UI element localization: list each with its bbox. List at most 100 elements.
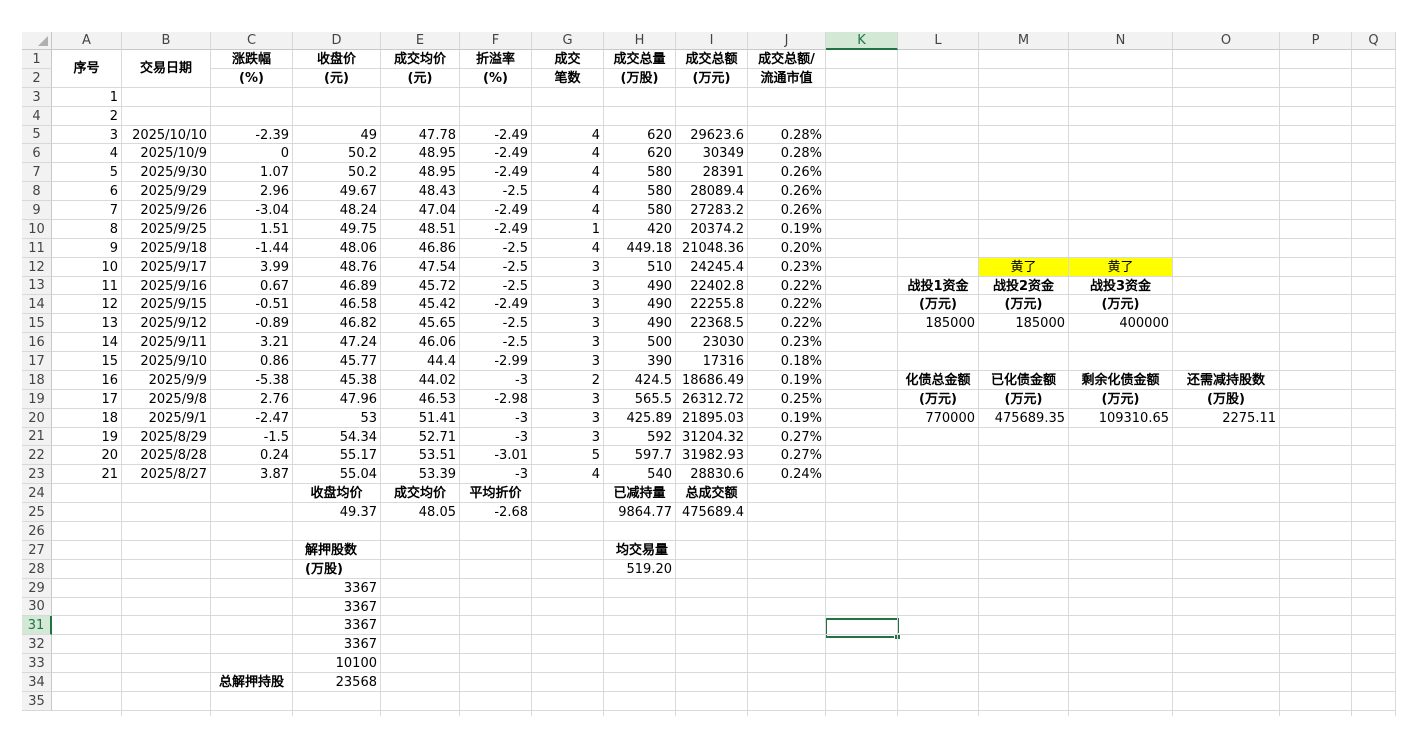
row-header-19[interactable]: 19 — [22, 390, 52, 409]
cell-D14[interactable]: 46.58 — [293, 295, 380, 313]
cell-B4[interactable] — [122, 107, 210, 125]
cell-G20[interactable]: 3 — [532, 409, 603, 427]
cell-N20[interactable]: 109310.65 — [1069, 409, 1172, 427]
row-header-14[interactable]: 14 — [22, 295, 52, 314]
column-header-P[interactable]: P — [1280, 32, 1352, 50]
cell-E3[interactable] — [381, 88, 459, 106]
cell-H28[interactable]: 519.20 — [604, 560, 675, 578]
cell-J11[interactable]: 0.20% — [748, 239, 825, 257]
cell-G5[interactable]: 4 — [532, 126, 603, 143]
cell-E21[interactable]: 52.71 — [381, 428, 459, 445]
cell-H27[interactable]: 均交易量 — [604, 541, 675, 559]
row-header-9[interactable]: 9 — [22, 201, 52, 220]
cell-G23[interactable]: 4 — [532, 465, 603, 483]
cell-C18[interactable]: -5.38 — [211, 371, 292, 389]
cell-A11[interactable]: 9 — [52, 239, 121, 257]
row-header-32[interactable]: 32 — [22, 635, 52, 654]
cell-J9[interactable]: 0.26% — [748, 201, 825, 219]
cell-E9[interactable]: 47.04 — [381, 201, 459, 219]
cell-H21[interactable]: 592 — [604, 428, 675, 445]
cell-G6[interactable]: 4 — [532, 144, 603, 162]
cell-I25[interactable]: 475689.4 — [676, 503, 747, 521]
cell-H2[interactable]: (万股) — [604, 69, 675, 87]
cell-D20[interactable]: 53 — [293, 409, 380, 427]
cell-G9[interactable]: 4 — [532, 201, 603, 219]
cell-D21[interactable]: 54.34 — [293, 428, 380, 445]
row-header-22[interactable]: 22 — [22, 446, 52, 465]
cell-B21[interactable]: 2025/8/29 — [122, 428, 210, 445]
cell-A10[interactable]: 8 — [52, 220, 121, 238]
cell-A15[interactable]: 13 — [52, 314, 121, 332]
cell-G22[interactable]: 5 — [532, 446, 603, 464]
cell-I19[interactable]: 26312.72 — [676, 390, 747, 408]
column-header-Q[interactable]: Q — [1352, 32, 1396, 50]
cell-B11[interactable]: 2025/9/18 — [122, 239, 210, 257]
column-header-H[interactable]: H — [604, 32, 676, 50]
cell-H14[interactable]: 490 — [604, 295, 675, 313]
cell-I24[interactable]: 总成交额 — [676, 484, 747, 502]
cell-H5[interactable]: 620 — [604, 126, 675, 143]
cell-H25[interactable]: 9864.77 — [604, 503, 675, 521]
cell-D15[interactable]: 46.82 — [293, 314, 380, 332]
row-header-3[interactable]: 3 — [22, 88, 52, 107]
cell-F12[interactable]: -2.5 — [460, 258, 531, 276]
cell-H3[interactable] — [604, 88, 675, 106]
cell-B22[interactable]: 2025/8/28 — [122, 446, 210, 464]
cell-C19[interactable]: 2.76 — [211, 390, 292, 408]
spreadsheet[interactable]: A B C D E F G H I J K L M N O P Q 1 2 3 4 5 6 7 8 9 10 11 12 13 14 15 16… — [0, 0, 1416, 744]
cell-J16[interactable]: 0.23% — [748, 333, 825, 351]
row-header-24[interactable]: 24 — [22, 484, 52, 503]
cell-I15[interactable]: 22368.5 — [676, 314, 747, 332]
cell-J5[interactable]: 0.28% — [748, 126, 825, 143]
cell-E12[interactable]: 47.54 — [381, 258, 459, 276]
cell-B3[interactable] — [122, 88, 210, 106]
cell-J20[interactable]: 0.19% — [748, 409, 825, 427]
cell-I18[interactable]: 18686.49 — [676, 371, 747, 389]
cell-N14[interactable]: (万元) — [1069, 295, 1172, 313]
column-header-G[interactable]: G — [532, 32, 604, 50]
cell-I13[interactable]: 22402.8 — [676, 277, 747, 294]
cell-C14[interactable]: -0.51 — [211, 295, 292, 313]
cell-C15[interactable]: -0.89 — [211, 314, 292, 332]
cell-D29[interactable]: 3367 — [293, 579, 380, 597]
cell-D30[interactable]: 3367 — [293, 598, 380, 615]
cell-A3[interactable]: 1 — [52, 88, 121, 106]
cell-I5[interactable]: 29623.6 — [676, 126, 747, 143]
cell-E2[interactable]: (元) — [381, 69, 459, 87]
cell-F3[interactable] — [460, 88, 531, 106]
cell-G1[interactable]: 成交 — [532, 50, 603, 68]
cell-G11[interactable]: 4 — [532, 239, 603, 257]
cell-E22[interactable]: 53.51 — [381, 446, 459, 464]
row-header-30[interactable]: 30 — [22, 598, 52, 616]
cell-G13[interactable]: 3 — [532, 277, 603, 294]
cell-C22[interactable]: 0.24 — [211, 446, 292, 464]
cell-B17[interactable]: 2025/9/10 — [122, 352, 210, 370]
column-header-D[interactable]: D — [293, 32, 381, 50]
cell-H24[interactable]: 已减持量 — [604, 484, 675, 502]
row-header-28[interactable]: 28 — [22, 560, 52, 579]
cell-A5[interactable]: 3 — [52, 126, 121, 143]
column-header-K[interactable]: K — [826, 32, 898, 50]
cell-A1[interactable]: 序号 — [52, 50, 121, 87]
cell-F1[interactable]: 折溢率 — [460, 50, 531, 68]
cell-J17[interactable]: 0.18% — [748, 352, 825, 370]
cell-I9[interactable]: 27283.2 — [676, 201, 747, 219]
cell-G15[interactable]: 3 — [532, 314, 603, 332]
cell-D34[interactable]: 23568 — [293, 673, 380, 691]
cell-A9[interactable]: 7 — [52, 201, 121, 219]
cell-I3[interactable] — [676, 88, 747, 106]
cell-B10[interactable]: 2025/9/25 — [122, 220, 210, 238]
cell-A4[interactable]: 2 — [52, 107, 121, 125]
cell-M13[interactable]: 战投2资金 — [979, 277, 1068, 294]
cell-H4[interactable] — [604, 107, 675, 125]
select-all-corner[interactable] — [22, 32, 52, 50]
cell-F5[interactable]: -2.49 — [460, 126, 531, 143]
cell-O20[interactable]: 2275.11 — [1173, 409, 1279, 427]
cell-I22[interactable]: 31982.93 — [676, 446, 747, 464]
cell-E5[interactable]: 47.78 — [381, 126, 459, 143]
cell-B23[interactable]: 2025/8/27 — [122, 465, 210, 483]
cell-D13[interactable]: 46.89 — [293, 277, 380, 294]
cell-E13[interactable]: 45.72 — [381, 277, 459, 294]
cell-A18[interactable]: 16 — [52, 371, 121, 389]
cell-L13[interactable]: 战投1资金 — [898, 277, 978, 294]
